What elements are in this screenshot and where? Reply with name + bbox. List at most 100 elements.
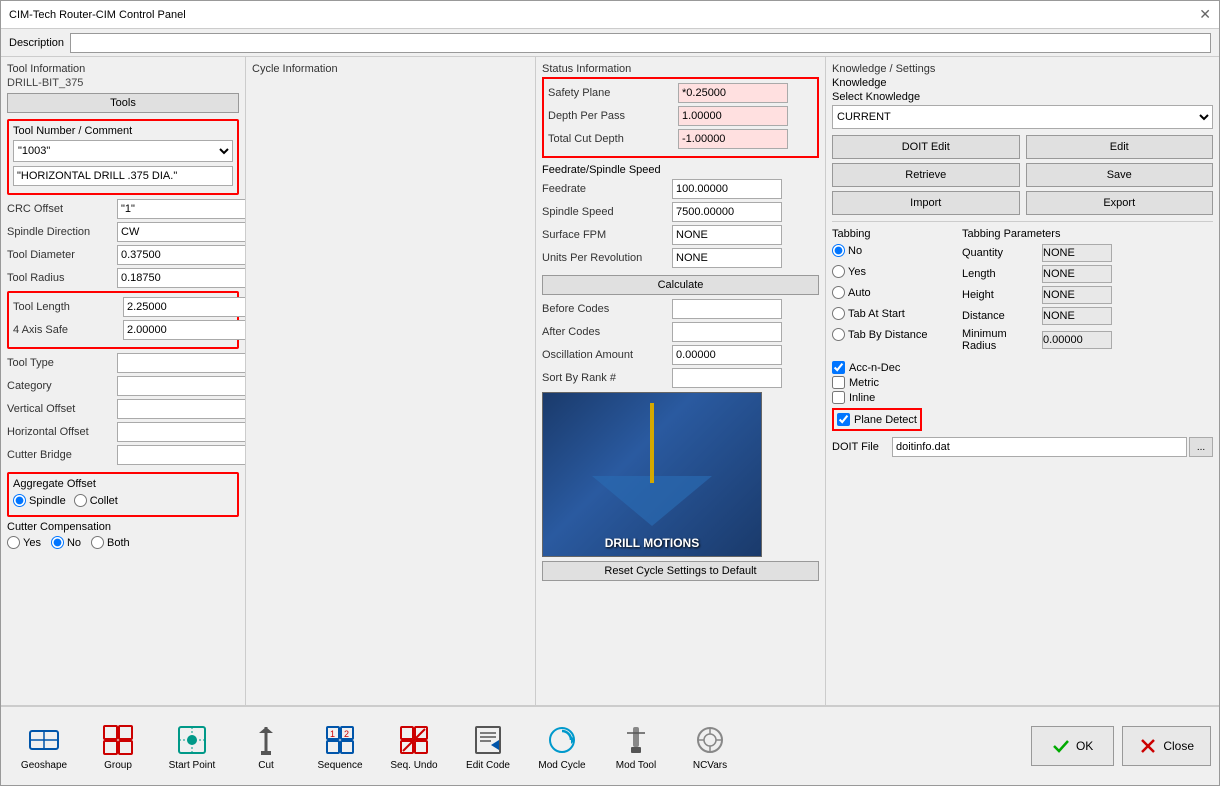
- tab-by-distance-item[interactable]: Tab By Distance: [832, 328, 952, 341]
- horizontal-offset-input[interactable]: [117, 422, 246, 442]
- total-cut-depth-input[interactable]: [678, 129, 788, 149]
- spindle-dir-input[interactable]: [117, 222, 246, 242]
- tab-yes-item[interactable]: Yes: [832, 265, 952, 278]
- close-button[interactable]: Close: [1122, 726, 1211, 766]
- edit-code-button[interactable]: Edit Code: [453, 712, 523, 780]
- plane-detect-checkbox[interactable]: [837, 413, 850, 426]
- height-input[interactable]: [1042, 286, 1112, 304]
- cutter-both-radio[interactable]: [91, 536, 104, 549]
- retrieve-button[interactable]: Retrieve: [832, 163, 1020, 187]
- cutter-no-item[interactable]: No: [51, 536, 81, 549]
- crc-offset-input[interactable]: [117, 199, 246, 219]
- description-input[interactable]: [70, 33, 1211, 53]
- tool-number-dropdown[interactable]: "1003": [13, 140, 233, 162]
- plane-detect-group: Plane Detect: [832, 408, 922, 431]
- safety-plane-label: Safety Plane: [548, 87, 678, 99]
- knowledge-dropdown[interactable]: CURRENT: [832, 105, 1213, 129]
- mod-cycle-icon: [544, 722, 580, 758]
- tool-dia-input[interactable]: [117, 245, 246, 265]
- min-radius-input[interactable]: [1042, 331, 1112, 349]
- oscillation-input[interactable]: [672, 345, 782, 365]
- cutter-bridge-input[interactable]: [117, 445, 246, 465]
- spindle-speed-input[interactable]: [672, 202, 782, 222]
- inline-row: Inline: [832, 391, 1213, 404]
- group-button[interactable]: Group: [83, 712, 153, 780]
- tools-button[interactable]: Tools: [7, 93, 239, 113]
- sequence-button[interactable]: 1 2 Sequence: [305, 712, 375, 780]
- inline-checkbox[interactable]: [832, 391, 845, 404]
- feedrate-input[interactable]: [672, 179, 782, 199]
- cutter-yes-item[interactable]: Yes: [7, 536, 41, 549]
- tool-comment-input[interactable]: [13, 166, 233, 186]
- distance-input[interactable]: [1042, 307, 1112, 325]
- tab-no-radio[interactable]: [832, 244, 845, 257]
- safety-plane-row: Safety Plane: [548, 83, 813, 103]
- tab-auto-radio[interactable]: [832, 286, 845, 299]
- units-rev-input[interactable]: [672, 248, 782, 268]
- tab-by-distance-radio[interactable]: [832, 328, 845, 341]
- tool-length-input[interactable]: [123, 297, 246, 317]
- reset-cycle-button[interactable]: Reset Cycle Settings to Default: [542, 561, 819, 581]
- mod-tool-icon: [618, 722, 654, 758]
- export-button[interactable]: Export: [1026, 191, 1214, 215]
- sort-rank-label: Sort By Rank #: [542, 372, 672, 384]
- doit-browse-button[interactable]: ...: [1189, 437, 1213, 457]
- spindle-radio-item[interactable]: Spindle: [13, 494, 66, 507]
- window-close-button[interactable]: ✕: [1199, 6, 1211, 23]
- ok-button[interactable]: OK: [1031, 726, 1114, 766]
- tool-type-input[interactable]: [117, 353, 246, 373]
- safety-plane-input[interactable]: [678, 83, 788, 103]
- after-codes-input[interactable]: [672, 322, 782, 342]
- depth-per-pass-row: Depth Per Pass: [548, 106, 813, 126]
- length-input[interactable]: [1042, 265, 1112, 283]
- axis-safe-input[interactable]: [123, 320, 246, 340]
- collet-radio-item[interactable]: Collet: [74, 494, 118, 507]
- length-label: Length: [962, 268, 1042, 280]
- mod-tool-button[interactable]: Mod Tool: [601, 712, 671, 780]
- doit-edit-button[interactable]: DOIT Edit: [832, 135, 1020, 159]
- import-export-row: Import Export: [832, 191, 1213, 215]
- tab-auto-item[interactable]: Auto: [832, 286, 952, 299]
- cut-button[interactable]: Cut: [231, 712, 301, 780]
- tab-at-start-radio[interactable]: [832, 307, 845, 320]
- doit-file-input[interactable]: [892, 437, 1187, 457]
- cutter-yes-radio[interactable]: [7, 536, 20, 549]
- sort-rank-input[interactable]: [672, 368, 782, 388]
- tabbing-section: Tabbing No Yes Auto: [832, 228, 1213, 355]
- save-button[interactable]: Save: [1026, 163, 1214, 187]
- acc-n-dec-checkbox[interactable]: [832, 361, 845, 374]
- tab-yes-radio[interactable]: [832, 265, 845, 278]
- start-point-button[interactable]: Start Point: [157, 712, 227, 780]
- cutter-both-item[interactable]: Both: [91, 536, 130, 549]
- collet-label: Collet: [90, 495, 118, 507]
- ok-check-icon: [1052, 737, 1070, 755]
- before-codes-label: Before Codes: [542, 303, 672, 315]
- tab-no-item[interactable]: No: [832, 244, 952, 257]
- tool-length-group: Tool Length 4 Axis Safe: [7, 291, 239, 349]
- collet-radio[interactable]: [74, 494, 87, 507]
- surface-fpm-input[interactable]: [672, 225, 782, 245]
- tool-radius-input[interactable]: [117, 268, 246, 288]
- import-button[interactable]: Import: [832, 191, 1020, 215]
- edit-button[interactable]: Edit: [1026, 135, 1214, 159]
- toolbar: Geoshape Group: [1, 705, 1219, 785]
- ncvars-button[interactable]: NCVars: [675, 712, 745, 780]
- metric-checkbox[interactable]: [832, 376, 845, 389]
- quantity-input[interactable]: [1042, 244, 1112, 262]
- tab-auto-label: Auto: [848, 287, 871, 299]
- spindle-radio[interactable]: [13, 494, 26, 507]
- cutter-no-radio[interactable]: [51, 536, 64, 549]
- description-label: Description: [9, 37, 64, 49]
- total-cut-depth-row: Total Cut Depth: [548, 129, 813, 149]
- vertical-offset-input[interactable]: [117, 399, 246, 419]
- geoshape-button[interactable]: Geoshape: [9, 712, 79, 780]
- status-info-panel: Status Information Safety Plane Depth Pe…: [536, 57, 826, 705]
- before-codes-input[interactable]: [672, 299, 782, 319]
- mod-cycle-button[interactable]: Mod Cycle: [527, 712, 597, 780]
- category-input[interactable]: [117, 376, 246, 396]
- depth-per-pass-input[interactable]: [678, 106, 788, 126]
- tab-at-start-item[interactable]: Tab At Start: [832, 307, 952, 320]
- oscillation-label: Oscillation Amount: [542, 349, 672, 361]
- seq-undo-button[interactable]: Seq. Undo: [379, 712, 449, 780]
- calculate-button[interactable]: Calculate: [542, 275, 819, 295]
